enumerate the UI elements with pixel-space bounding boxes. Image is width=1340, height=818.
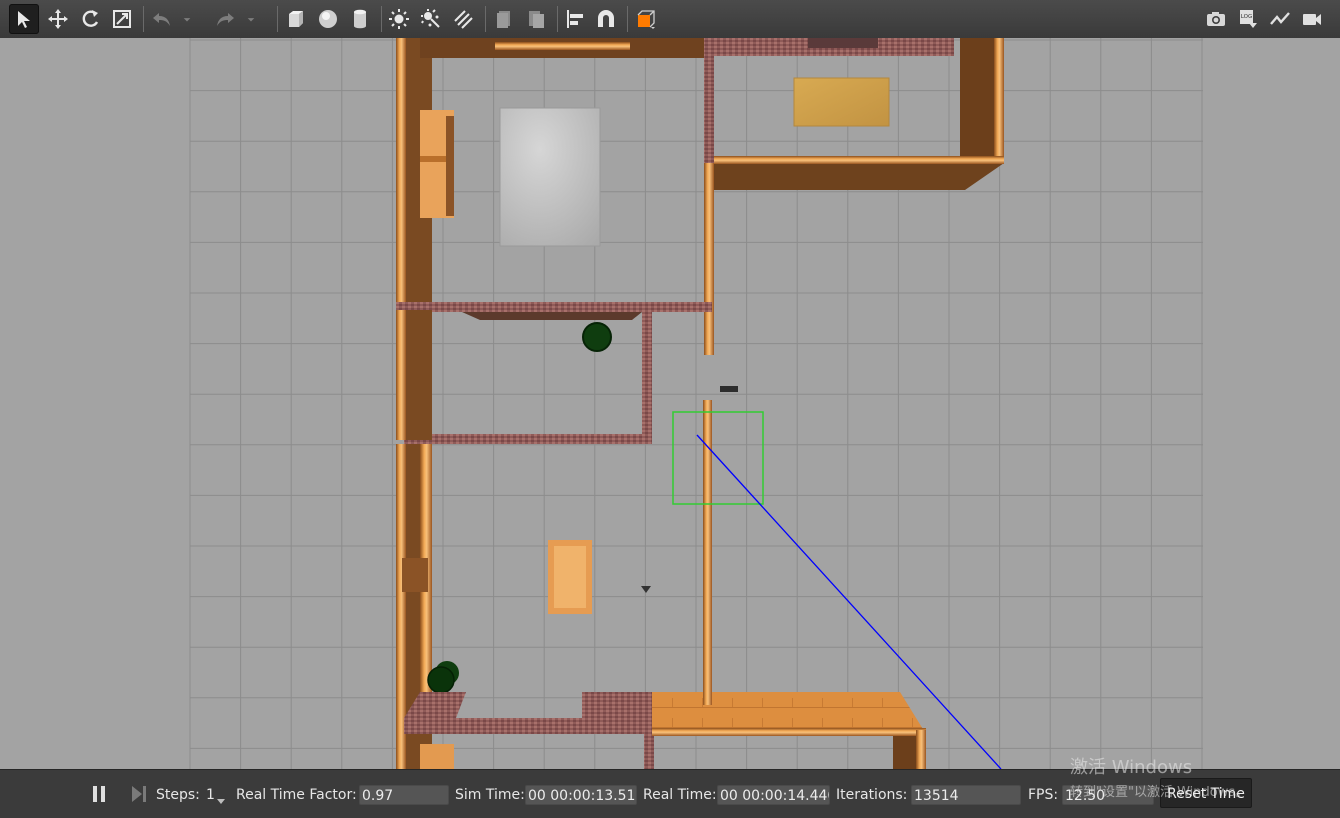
robot-obstacle[interactable] bbox=[427, 666, 455, 694]
wall bbox=[462, 312, 642, 320]
wall bbox=[404, 434, 652, 444]
spot-light-icon[interactable] bbox=[416, 4, 446, 34]
chevron-down-icon[interactable] bbox=[216, 791, 226, 804]
scene-canvas[interactable] bbox=[0, 38, 1340, 769]
wall bbox=[495, 42, 630, 50]
wooden-floor bbox=[652, 692, 926, 734]
small-object bbox=[641, 586, 651, 593]
toolbar-separator bbox=[277, 6, 278, 32]
iterations-label: Iterations: bbox=[836, 787, 908, 803]
wall bbox=[402, 558, 428, 592]
screenshot-icon[interactable] bbox=[1201, 4, 1231, 34]
wall bbox=[396, 38, 406, 310]
translate-mode-icon[interactable] bbox=[43, 4, 73, 34]
copy-icon[interactable] bbox=[489, 4, 519, 34]
mat bbox=[793, 77, 890, 127]
activation-watermark-text: 转到"设置"以激活 Windows。 bbox=[1070, 785, 1249, 800]
scale-mode-icon[interactable] bbox=[107, 4, 137, 34]
plot-icon[interactable] bbox=[1265, 4, 1295, 34]
fps-label: FPS: bbox=[1028, 787, 1059, 803]
point-light-icon[interactable] bbox=[384, 4, 414, 34]
sphere-shape-icon[interactable] bbox=[313, 4, 343, 34]
real-time-factor-label: Real Time Factor: bbox=[236, 787, 357, 803]
toolbar-separator bbox=[627, 6, 628, 32]
wall bbox=[893, 736, 919, 769]
toolbar-separator bbox=[557, 6, 558, 32]
steps-value[interactable]: 1 bbox=[206, 787, 215, 803]
steps-label: Steps: bbox=[156, 787, 200, 803]
wall bbox=[808, 38, 878, 48]
wall bbox=[642, 312, 652, 444]
wall bbox=[916, 730, 926, 769]
directional-light-icon[interactable] bbox=[448, 4, 478, 34]
shelf bbox=[420, 744, 454, 769]
undo-icon[interactable] bbox=[147, 4, 177, 34]
pause-icon[interactable] bbox=[88, 783, 110, 805]
wall bbox=[704, 38, 714, 163]
undo-dropdown-icon[interactable] bbox=[178, 4, 196, 34]
small-table bbox=[554, 546, 586, 608]
redo-icon[interactable] bbox=[210, 4, 240, 34]
change-view-icon[interactable] bbox=[631, 4, 661, 34]
cylinder-shape-icon[interactable] bbox=[345, 4, 375, 34]
activation-watermark-title: 激活 Windows bbox=[1070, 757, 1193, 778]
log-icon-text: LOG bbox=[1241, 14, 1252, 20]
real-time-label: Real Time: bbox=[643, 787, 717, 803]
select-mode-icon[interactable] bbox=[9, 4, 39, 34]
step-icon[interactable] bbox=[128, 783, 150, 805]
stone-table bbox=[499, 107, 601, 247]
scene-viewport[interactable] bbox=[0, 38, 1340, 769]
wall bbox=[704, 163, 714, 355]
align-icon[interactable] bbox=[560, 4, 590, 34]
wall bbox=[644, 734, 654, 769]
real-time-factor-field: 0.97 bbox=[359, 785, 449, 805]
shelf bbox=[446, 116, 454, 216]
rotate-mode-icon[interactable] bbox=[75, 4, 105, 34]
snap-icon[interactable] bbox=[591, 4, 621, 34]
wall bbox=[396, 310, 406, 440]
wall bbox=[652, 728, 926, 736]
sim-time-label: Sim Time: bbox=[455, 787, 525, 803]
wall bbox=[582, 692, 652, 734]
toolbar-separator bbox=[485, 6, 486, 32]
wall bbox=[994, 38, 1004, 161]
record-video-icon[interactable] bbox=[1297, 4, 1327, 34]
toolbar-separator bbox=[381, 6, 382, 32]
robot-obstacle[interactable] bbox=[582, 322, 612, 352]
toolbar-separator bbox=[143, 6, 144, 32]
iterations-field: 13514 bbox=[911, 785, 1021, 805]
wall bbox=[714, 156, 1004, 164]
log-icon[interactable]: LOG bbox=[1233, 4, 1263, 34]
toolbar: LOG bbox=[0, 0, 1340, 39]
sim-time-field: 00 00:00:13.514 bbox=[525, 785, 637, 805]
box-shape-icon[interactable] bbox=[281, 4, 311, 34]
ground-grid bbox=[189, 38, 1203, 769]
wall bbox=[396, 302, 712, 312]
redo-dropdown-icon[interactable] bbox=[242, 4, 260, 34]
real-time-field: 00 00:00:14.446 bbox=[717, 785, 830, 805]
paste-icon[interactable] bbox=[521, 4, 551, 34]
small-object bbox=[720, 386, 738, 392]
